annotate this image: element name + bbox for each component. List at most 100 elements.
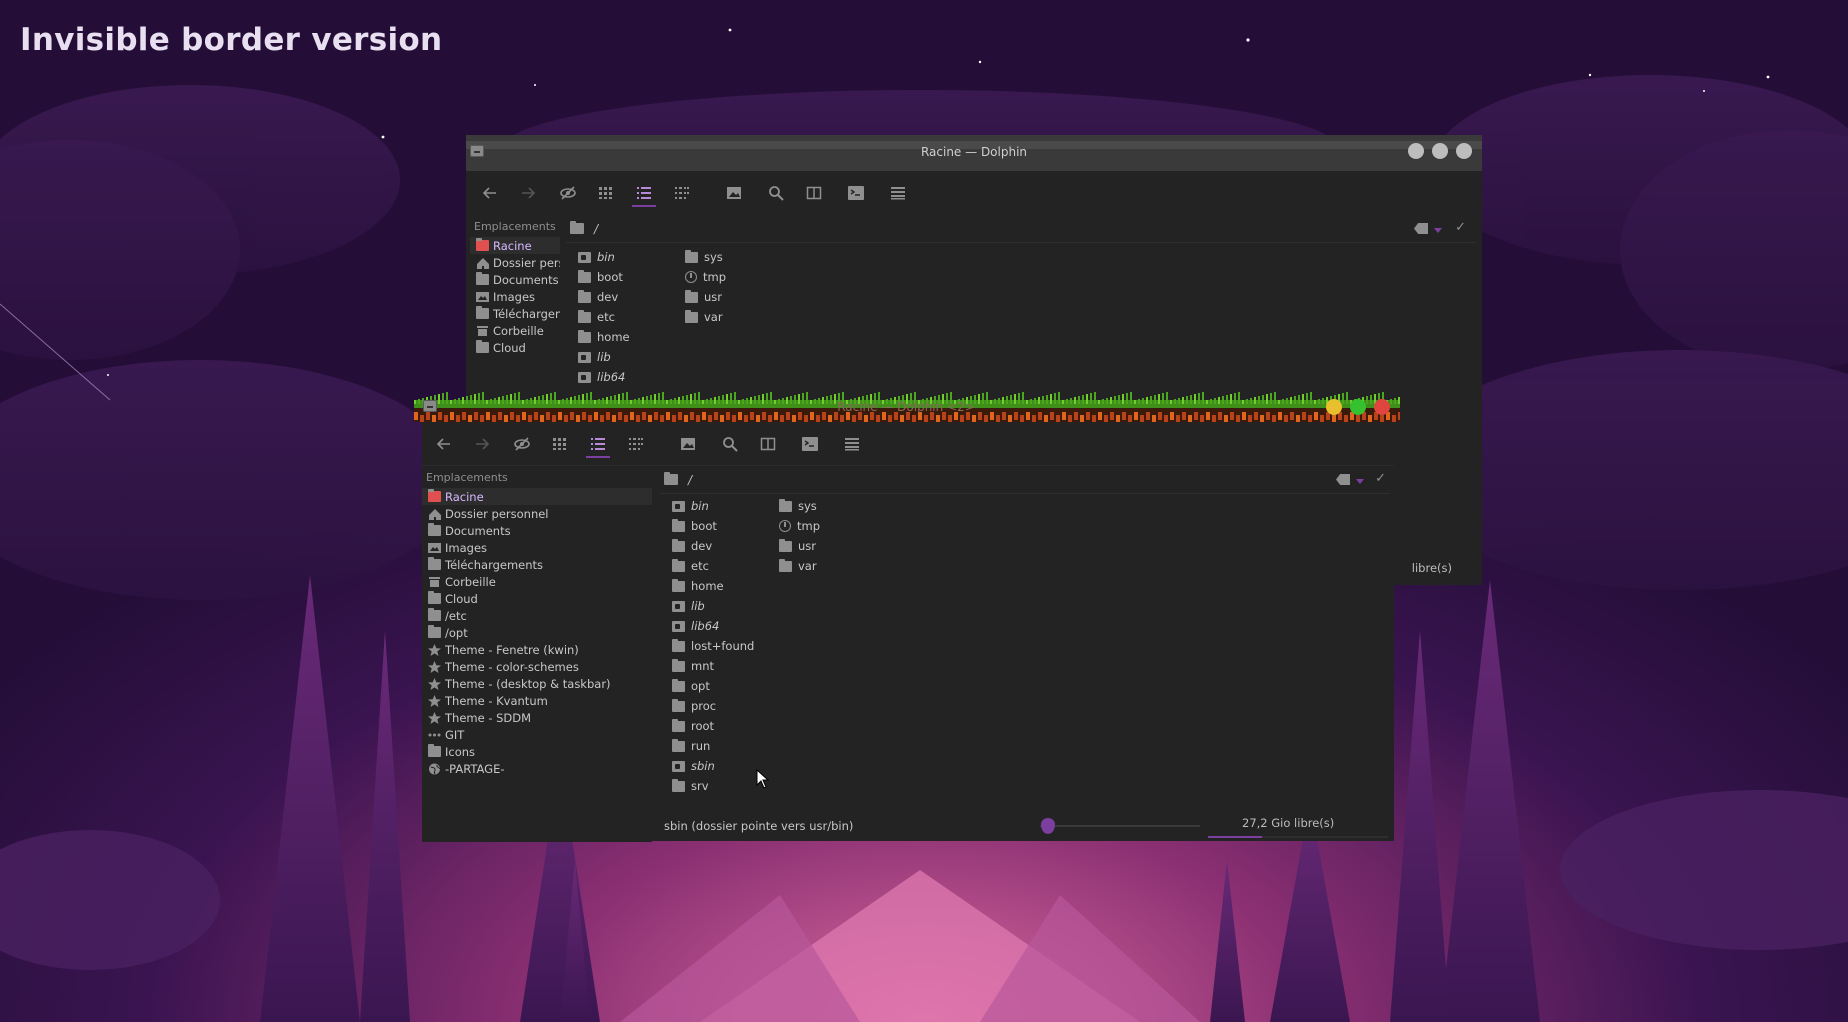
maximize-button[interactable] — [1350, 399, 1366, 415]
file-item[interactable]: boot — [672, 516, 754, 536]
close-button[interactable] — [1374, 399, 1390, 415]
preview-button[interactable] — [674, 430, 702, 458]
file-item[interactable]: lib — [578, 347, 630, 367]
file-item[interactable]: lib64 — [578, 367, 630, 387]
forward-button[interactable] — [468, 430, 496, 458]
file-item[interactable]: lost+found — [672, 636, 754, 656]
sidebar-item[interactable]: Icons — [422, 743, 652, 760]
details-view-button[interactable] — [584, 430, 612, 458]
sidebar-item[interactable]: Images — [470, 288, 560, 305]
file-item[interactable]: sys — [685, 247, 726, 267]
sidebar-item[interactable]: Téléchargements — [422, 556, 652, 573]
file-item[interactable]: opt — [672, 676, 754, 696]
file-item[interactable]: run — [672, 736, 754, 756]
sidebar-item[interactable]: Theme - (desktop & taskbar) — [422, 675, 652, 692]
front-window-titlebar[interactable]: Racine — Dolphin <2> — [414, 392, 1400, 422]
file-item[interactable]: boot — [578, 267, 630, 287]
folder-icon — [428, 523, 441, 536]
sidebar-item[interactable]: /opt — [422, 624, 652, 641]
maximize-button[interactable] — [1432, 143, 1448, 159]
file-item[interactable]: dev — [672, 536, 754, 556]
hidden-files-button[interactable] — [508, 430, 536, 458]
sidebar-item[interactable]: Corbeille — [470, 322, 560, 339]
clear-icon[interactable] — [1336, 474, 1350, 485]
file-item[interactable]: var — [779, 556, 820, 576]
sidebar-item[interactable]: Dossier personnel — [422, 505, 652, 522]
file-item[interactable]: mnt — [672, 656, 754, 676]
sidebar-item[interactable]: Images — [422, 539, 652, 556]
terminal-button[interactable] — [842, 179, 870, 207]
file-item[interactable]: bin — [578, 247, 630, 267]
front-dolphin-window[interactable]: Racine — Dolphin <2> Emplacements Racine D… — [414, 392, 1400, 842]
hamburger-menu-button[interactable] — [884, 179, 912, 207]
search-button[interactable] — [716, 430, 744, 458]
file-item[interactable]: usr — [779, 536, 820, 556]
clear-icon[interactable] — [1414, 223, 1428, 234]
confirm-icon[interactable]: ✓ — [1455, 220, 1466, 235]
sidebar-item[interactable]: Corbeille — [422, 573, 652, 590]
zoom-slider[interactable] — [1040, 818, 1200, 834]
compact-view-button[interactable] — [622, 430, 650, 458]
back-window-titlebar[interactable]: Racine — Dolphin — [466, 135, 1482, 171]
preview-button[interactable] — [720, 179, 748, 207]
forward-button[interactable] — [514, 179, 542, 207]
minimize-button[interactable] — [1326, 399, 1342, 415]
sidebar-item[interactable]: Theme - SDDM — [422, 709, 652, 726]
icons-view-button[interactable] — [592, 179, 620, 207]
location-bar[interactable]: / ✓ — [660, 468, 1390, 494]
file-item[interactable]: dev — [578, 287, 630, 307]
folder-icon — [476, 306, 489, 319]
sidebar-item[interactable]: Documents — [470, 271, 560, 288]
file-item[interactable]: sys — [779, 496, 820, 516]
back-button[interactable] — [430, 430, 458, 458]
sidebar-item[interactable]: /etc — [422, 607, 652, 624]
chevron-down-icon[interactable] — [1434, 228, 1442, 233]
file-item[interactable]: etc — [672, 556, 754, 576]
sidebar-item[interactable]: Racine — [422, 488, 652, 505]
search-button[interactable] — [762, 179, 790, 207]
sidebar-item[interactable]: Dossier pers — [470, 254, 560, 271]
file-item[interactable]: lib — [672, 596, 754, 616]
close-button[interactable] — [1456, 143, 1472, 159]
zoom-slider-handle[interactable] — [1041, 818, 1055, 834]
file-item[interactable]: root — [672, 716, 754, 736]
file-item[interactable]: tmp — [685, 267, 726, 287]
hidden-files-button[interactable] — [554, 179, 582, 207]
file-item[interactable]: tmp — [779, 516, 820, 536]
file-item[interactable]: etc — [578, 307, 630, 327]
chevron-down-icon[interactable] — [1356, 479, 1364, 484]
file-item[interactable]: home — [578, 327, 630, 347]
file-item[interactable]: home — [672, 576, 754, 596]
confirm-icon[interactable]: ✓ — [1375, 471, 1386, 486]
location-bar[interactable]: / ✓ — [566, 217, 1476, 243]
sidebar-item[interactable]: GIT — [422, 726, 652, 743]
file-item[interactable]: var — [685, 307, 726, 327]
sidebar-item[interactable]: Cloud — [422, 590, 652, 607]
details-view-button[interactable] — [630, 179, 658, 207]
sidebar-item[interactable]: Cloud — [470, 339, 560, 356]
file-item[interactable]: bin — [672, 496, 754, 516]
file-item[interactable]: lib64 — [672, 616, 754, 636]
file-item[interactable]: srv — [672, 776, 754, 796]
folder-icon — [578, 329, 591, 343]
back-button[interactable] — [476, 179, 504, 207]
sidebar-item[interactable]: Theme - color-schemes — [422, 658, 652, 675]
sidebar-item[interactable]: -PARTAGE- — [422, 760, 652, 777]
file-item[interactable]: usr — [685, 287, 726, 307]
minimize-button[interactable] — [1408, 143, 1424, 159]
sidebar-item[interactable]: Documents — [422, 522, 652, 539]
sidebar-item[interactable]: Téléchargen — [470, 305, 560, 322]
sidebar-item-label: Racine — [493, 238, 532, 253]
icons-view-button[interactable] — [546, 430, 574, 458]
terminal-icon — [848, 186, 864, 200]
sidebar-item[interactable]: Theme - Fenetre (kwin) — [422, 641, 652, 658]
sidebar-item[interactable]: Racine — [470, 237, 560, 254]
split-view-button[interactable] — [800, 179, 828, 207]
sidebar-item[interactable]: Theme - Kvantum — [422, 692, 652, 709]
terminal-button[interactable] — [796, 430, 824, 458]
split-view-button[interactable] — [754, 430, 782, 458]
hamburger-menu-button[interactable] — [838, 430, 866, 458]
file-item[interactable]: sbin — [672, 756, 754, 776]
file-item[interactable]: proc — [672, 696, 754, 716]
compact-view-button[interactable] — [668, 179, 696, 207]
